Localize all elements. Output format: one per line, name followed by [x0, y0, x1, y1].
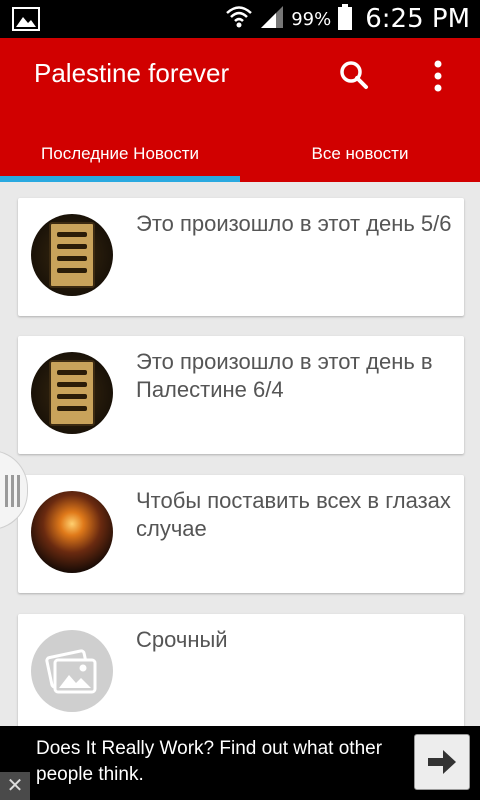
sunset-image — [31, 491, 113, 573]
grip-line — [17, 475, 20, 507]
battery-percent: 99% — [291, 8, 332, 30]
tab-all-news[interactable]: Все новости — [240, 126, 480, 182]
news-title: Срочный — [136, 627, 228, 652]
selected-tab-indicator — [0, 176, 240, 182]
news-title: Это произошло в этот день 5/6 — [136, 211, 452, 236]
image-placeholder-icon — [31, 630, 113, 712]
news-title: Чтобы поставить всех в глазах случае — [136, 488, 451, 541]
wifi-icon — [225, 4, 253, 35]
battery-icon — [337, 3, 353, 36]
overflow-menu-button[interactable] — [424, 58, 452, 94]
app-title: Palestine forever — [34, 58, 230, 88]
signal-icon — [259, 4, 285, 35]
news-card[interactable]: Чтобы поставить всех в глазах случае — [18, 475, 464, 593]
news-card[interactable]: Это произошло в этот день в Палестине 6/… — [18, 336, 464, 454]
gallery-notification-icon — [12, 6, 40, 37]
book-image — [31, 214, 113, 296]
tab-bar: Последние Новости Все новости — [0, 126, 480, 182]
app-bar: Palestine forever Последние Новости Все … — [0, 38, 480, 182]
news-title: Это произошло в этот день в Палестине 6/… — [136, 349, 433, 402]
ad-open-button[interactable] — [414, 734, 470, 790]
news-card[interactable]: Срочный — [18, 614, 464, 732]
arrow-right-icon — [428, 750, 456, 774]
book-image — [31, 352, 113, 434]
clock: 6:25 PM — [365, 4, 470, 34]
ad-close-button[interactable]: ✕ — [0, 772, 30, 800]
news-card[interactable]: Это произошло в этот день 5/6 — [18, 198, 464, 316]
status-bar: 99% 6:25 PM — [0, 0, 480, 38]
ad-text: Does It Really Work? Find out what other… — [36, 738, 383, 785]
more-vert-icon — [434, 60, 442, 92]
ad-banner[interactable]: Does It Really Work? Find out what other… — [0, 726, 480, 800]
search-button[interactable] — [336, 58, 372, 94]
grip-line — [11, 475, 14, 507]
search-icon — [340, 61, 368, 89]
tab-latest-news[interactable]: Последние Новости — [0, 126, 240, 182]
grip-line — [5, 475, 8, 507]
